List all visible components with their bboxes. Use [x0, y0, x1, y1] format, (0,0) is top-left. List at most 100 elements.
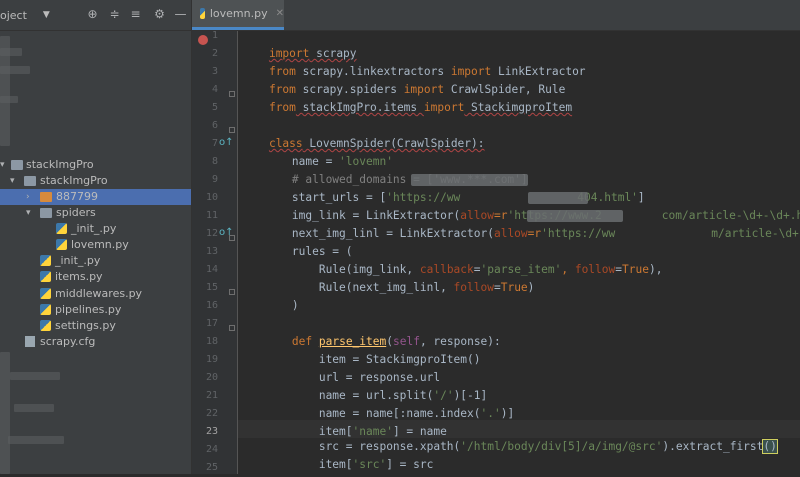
line-number: 7: [211, 138, 218, 149]
folder-icon: [40, 192, 52, 202]
collapse-all-icon[interactable]: ≡: [129, 8, 142, 21]
chevron-down-icon[interactable]: ▾: [0, 157, 10, 173]
close-icon[interactable]: ✕: [276, 8, 284, 19]
code-line-17: def parse_item(self, response):: [238, 315, 800, 348]
tree-item-label: middlewares.py: [55, 287, 143, 300]
code-line-24: item['src'] = src: [238, 438, 800, 471]
code-editor[interactable]: import scrapy from scrapy.linkextractors…: [238, 31, 800, 474]
locate-icon[interactable]: ⊕: [86, 8, 99, 21]
line-number: 13: [205, 246, 218, 257]
minimize-icon[interactable]: —: [174, 8, 187, 21]
code-line-23: src = response.xpath('/html/body/div[5]/…: [238, 420, 800, 454]
tree-item-label: settings.py: [55, 319, 116, 332]
redacted-area: [0, 96, 18, 103]
chevron-down-icon[interactable]: ▼: [43, 10, 50, 20]
editor-gutter[interactable]: o↑ o↑ 1 2 3 4 5 6 7 8 9 10 11 12 13 14 15 16 17 18 19 20 21 2…: [192, 30, 238, 474]
code-line-2: from scrapy.linkextractors import LinkEx…: [242, 45, 800, 78]
tree-item-pipelines[interactable]: pipelines.py: [0, 302, 191, 318]
tab-label: lovemn.py: [209, 7, 268, 20]
tree-item-lovemn[interactable]: lovemn.py: [0, 237, 191, 253]
tree-item-label: scrapy.cfg: [40, 335, 96, 348]
fold-marker-icon[interactable]: [229, 127, 235, 133]
code-line-4: from stackImgPro.items import Stackimgpr…: [242, 81, 800, 114]
tree-item-label: items.py: [55, 270, 103, 283]
expand-all-icon[interactable]: ≑: [108, 8, 121, 21]
tree-item-items[interactable]: items.py: [0, 269, 191, 285]
fold-marker-icon[interactable]: [229, 91, 235, 97]
python-file-icon: [56, 223, 67, 234]
line-number: 9: [211, 174, 218, 185]
line-number: 24: [205, 444, 218, 455]
fold-marker-icon[interactable]: [229, 235, 235, 241]
python-file-icon: [200, 8, 205, 19]
chevron-right-icon[interactable]: ›: [26, 189, 36, 205]
redacted-area: [10, 372, 60, 380]
tree-item-scrapy-cfg[interactable]: scrapy.cfg: [0, 334, 191, 350]
code-line-25: yield item: [238, 456, 800, 474]
python-file-icon: [56, 239, 67, 250]
code-token: from: [268, 101, 296, 114]
tab-lovemn[interactable]: lovemn.py ✕: [192, 0, 284, 30]
line-number: 23: [205, 426, 218, 437]
tree-item-stackimgpro-package[interactable]: ▾ stackImgPro: [0, 173, 191, 189]
project-panel: oject ▼ ⊕ ≑ ≡ ⚙ — ▾ stackImgPro ▾ stackI…: [0, 0, 192, 474]
line-number: 18: [205, 336, 218, 347]
code-line-14: Rule(next_img_linl, follow=True): [238, 261, 800, 294]
line-number: 10: [205, 192, 218, 203]
redacted-area: [0, 66, 30, 74]
tree-item-label: 887799: [56, 190, 98, 203]
tree-item-label: stackImgPro: [40, 174, 108, 187]
redacted-url: [528, 192, 588, 204]
python-file-icon: [40, 320, 51, 331]
gear-icon[interactable]: ⚙: [153, 8, 166, 21]
code-line-15: ): [238, 279, 800, 312]
line-number: 21: [205, 390, 218, 401]
tree-item-spiders[interactable]: ▾ spiders: [0, 205, 191, 221]
tree-item-887799[interactable]: › 887799: [0, 189, 191, 205]
config-file-icon: [25, 336, 35, 347]
python-file-icon: [40, 271, 51, 282]
line-number: 8: [211, 156, 218, 167]
python-file-icon: [40, 304, 51, 315]
folder-icon: [24, 176, 36, 186]
fold-marker-icon[interactable]: [229, 325, 235, 331]
code-line-7: name = 'lovemn': [238, 135, 800, 168]
tree-item-package-init[interactable]: _init_.py: [0, 253, 191, 269]
redacted-url: [527, 210, 623, 222]
folder-icon: [40, 208, 52, 218]
fold-marker-icon[interactable]: [229, 289, 235, 295]
code-token: stackImgPro.items: [295, 101, 424, 114]
line-number: 17: [205, 318, 218, 329]
tree-item-label: _init_.py: [55, 254, 101, 267]
chevron-down-icon[interactable]: ▾: [10, 173, 20, 189]
code-line-8: # allowed_domains = ['www.***.com']: [238, 153, 800, 186]
code-line-18: item = StackimgproItem(): [238, 333, 800, 366]
code-token: import: [423, 101, 465, 114]
code-line-12: rules = (: [238, 225, 800, 258]
redacted-area: [0, 48, 22, 56]
tree-item-label: lovemn.py: [71, 238, 129, 251]
override-icon[interactable]: o↑: [219, 134, 234, 152]
tree-item-spiders-init[interactable]: _init_.py: [0, 221, 191, 237]
line-number: 2: [211, 48, 218, 59]
line-number: 20: [205, 372, 218, 383]
code-line-13: Rule(img_link, callback='parse_item', fo…: [238, 243, 800, 276]
tree-item-label: spiders: [56, 206, 96, 219]
code-line-1: import scrapy: [242, 31, 800, 60]
code-line-21: name = name[:name.index('.')]: [238, 387, 800, 420]
chevron-down-icon[interactable]: ▾: [26, 205, 36, 221]
tree-item-stackimgpro-root[interactable]: ▾ stackImgPro: [0, 157, 191, 173]
tree-item-settings[interactable]: settings.py: [0, 318, 191, 334]
tree-item-label: stackImgPro: [26, 158, 94, 171]
python-file-icon: [40, 255, 51, 266]
code-line-3: from scrapy.spiders import CrawlSpider, …: [242, 63, 800, 96]
line-number: 11: [205, 210, 218, 221]
code-line-11: next_img_linl = LinkExtractor(allow=r'ht…: [238, 207, 800, 240]
project-panel-title[interactable]: oject: [0, 9, 27, 22]
line-number: 3: [211, 66, 218, 77]
line-number: 19: [205, 354, 218, 365]
tree-item-middlewares[interactable]: middlewares.py: [0, 286, 191, 302]
code-token: StackimgproItem: [464, 101, 573, 114]
line-number: 14: [205, 264, 218, 275]
python-file-icon: [40, 288, 51, 299]
